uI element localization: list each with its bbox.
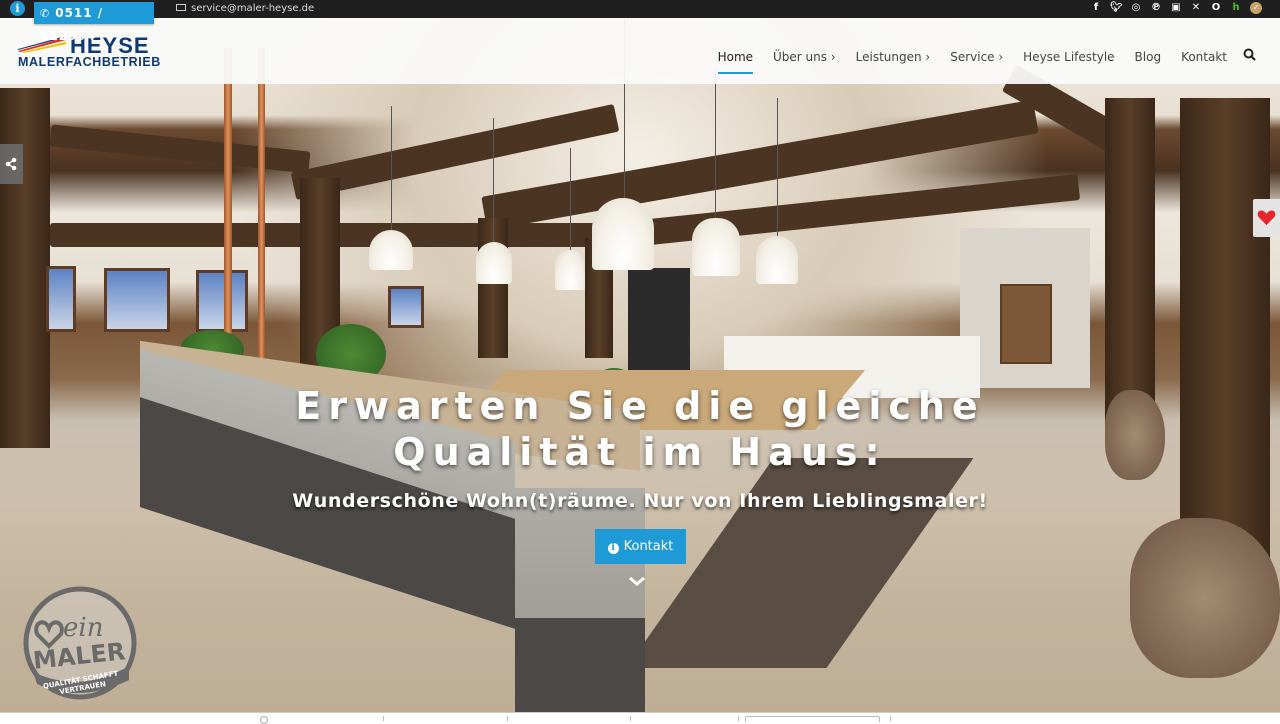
counter-base-end bbox=[515, 618, 645, 712]
pendant-lamp bbox=[592, 198, 654, 270]
site-header: HEYSE MALERFACHBETRIEB Home Über uns › L… bbox=[0, 18, 1280, 84]
nav-item-ueber-uns[interactable]: Über uns › bbox=[763, 18, 846, 84]
wood-pillar bbox=[1180, 98, 1270, 558]
bottom-input-field[interactable] bbox=[745, 716, 880, 722]
share-icon bbox=[5, 157, 17, 171]
hero-headline: Erwarten Sie die gleiche Qualität im Hau… bbox=[0, 383, 1280, 475]
scroll-down-chevron-icon[interactable] bbox=[627, 574, 647, 588]
heart-icon bbox=[1257, 210, 1276, 225]
wooden-door bbox=[1000, 284, 1052, 364]
copper-pipe bbox=[224, 48, 232, 348]
award-icon[interactable]: ✓ bbox=[1250, 2, 1262, 14]
main-nav: Home Über uns › Leistungen › Service › H… bbox=[708, 18, 1260, 84]
badge-line1: ein bbox=[63, 613, 103, 643]
window bbox=[388, 286, 424, 328]
circle-icon bbox=[260, 716, 268, 724]
email-link[interactable]: service@maler-heyse.de bbox=[176, 3, 314, 14]
wood-pillar bbox=[1105, 98, 1155, 428]
pendant-lamp bbox=[476, 242, 512, 284]
window bbox=[46, 266, 76, 332]
nav-item-service[interactable]: Service › bbox=[940, 18, 1013, 84]
nav-item-leistungen[interactable]: Leistungen › bbox=[846, 18, 941, 84]
bottom-strip bbox=[0, 712, 1280, 724]
info-circle-icon[interactable]: i bbox=[10, 1, 25, 16]
phone-button[interactable]: ✆ 0511 / 612994 bbox=[34, 2, 154, 43]
share-button[interactable] bbox=[0, 144, 23, 184]
window bbox=[104, 268, 170, 332]
nav-item-heyse-lifestyle[interactable]: Heyse Lifestyle bbox=[1013, 18, 1124, 84]
stone-base bbox=[1130, 518, 1280, 678]
pendant-lamp bbox=[369, 230, 413, 270]
pendant-lamp bbox=[756, 236, 798, 284]
ceiling-beam bbox=[49, 124, 311, 174]
nav-item-kontakt[interactable]: Kontakt bbox=[1171, 18, 1237, 84]
social-links: f 🐦︎ ◎ ℗ ▣ ✕ O h ✓ bbox=[1090, 2, 1262, 14]
nav-item-blog[interactable]: Blog bbox=[1125, 18, 1172, 84]
other-social-icon[interactable]: O bbox=[1210, 2, 1222, 14]
instagram-icon[interactable]: ◎ bbox=[1130, 2, 1142, 14]
youtube-icon[interactable]: ▣ bbox=[1170, 2, 1182, 14]
hero-image bbox=[0, 18, 1280, 712]
nav-item-home[interactable]: Home bbox=[708, 18, 763, 84]
hero-headline-line1: Erwarten Sie die gleiche bbox=[295, 384, 985, 428]
pinterest-icon[interactable]: ℗ bbox=[1150, 2, 1162, 14]
window bbox=[196, 270, 248, 332]
kontakt-button-label: Kontakt bbox=[623, 539, 674, 554]
info-icon: i bbox=[607, 543, 619, 554]
copper-pipe bbox=[258, 48, 265, 368]
search-icon[interactable] bbox=[1237, 18, 1260, 84]
xing-icon[interactable]: ✕ bbox=[1190, 2, 1202, 14]
twitter-icon[interactable]: 🐦︎ bbox=[1110, 2, 1123, 14]
houzz-icon[interactable]: h bbox=[1230, 2, 1242, 14]
favorite-button[interactable] bbox=[1253, 199, 1280, 237]
email-address: service@maler-heyse.de bbox=[191, 3, 315, 14]
hero-subline: Wunderschöne Wohn(t)räume. Nur von Ihrem… bbox=[292, 490, 988, 512]
kontakt-button[interactable]: i Kontakt bbox=[595, 529, 686, 564]
pendant-lamp bbox=[555, 250, 585, 290]
logo-subtitle: MALERFACHBETRIEB bbox=[18, 55, 161, 69]
top-bar: i ✆ 0511 / 612994 service@maler-heyse.de … bbox=[0, 0, 1280, 43]
pendant-lamp bbox=[692, 218, 740, 276]
envelope-icon bbox=[176, 4, 186, 11]
facebook-icon[interactable]: f bbox=[1090, 2, 1102, 14]
phone-icon: ✆ bbox=[40, 7, 51, 20]
hero-headline-line2: Qualität im Haus: bbox=[393, 430, 887, 474]
mein-maler-badge: ein MALER QUALITÄT SCHAFFT VERTRAUEN bbox=[23, 586, 137, 700]
